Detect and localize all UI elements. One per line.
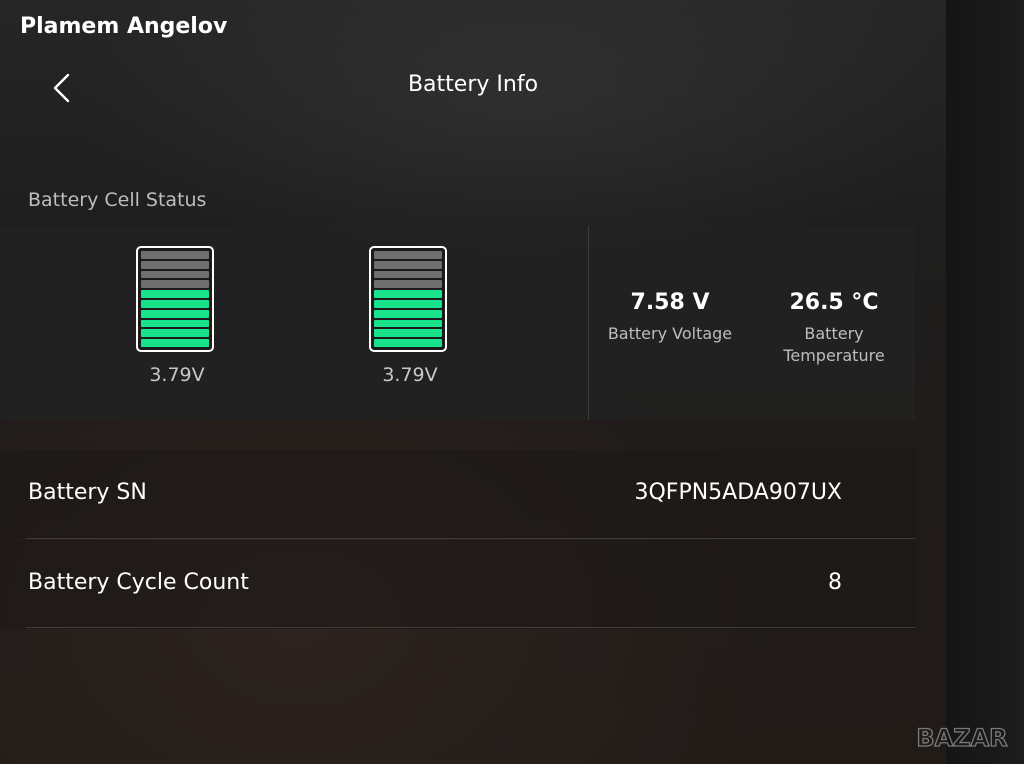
cell-bar-filled xyxy=(374,290,442,298)
cell-status-panel: 3.79V 3.79V xyxy=(0,226,588,420)
cell-bar-filled xyxy=(141,299,209,308)
cell-1-voltage: 3.79V xyxy=(149,364,205,386)
battery-sn-row: Battery SN 3QFPN5ADA907UX xyxy=(0,450,915,539)
battery-info-screen: Plamem Angelov Battery Info Battery Cell… xyxy=(0,0,1024,764)
right-edge-strip xyxy=(946,0,1024,764)
cell-bar-empty xyxy=(141,280,209,289)
temperature-stat: 26.5 °C Battery Temperature xyxy=(759,290,909,367)
cell-bar-filled xyxy=(374,319,442,328)
cell-bar-filled xyxy=(374,299,442,308)
cell-bar-filled xyxy=(141,290,209,298)
battery-sn-label: Battery SN xyxy=(28,480,147,505)
battery-temperature-label-line2: Temperature xyxy=(783,346,885,365)
voltage-stat: 7.58 V Battery Voltage xyxy=(595,290,745,345)
cell-bar-filled xyxy=(374,309,442,318)
cell-bar-empty xyxy=(141,251,209,259)
cell-bar-empty xyxy=(374,280,442,289)
cell-bar-filled xyxy=(141,329,209,338)
battery-cell-2: 3.79V xyxy=(369,246,451,386)
battery-temperature-label: Battery Temperature xyxy=(759,323,909,367)
battery-sn-value: 3QFPN5ADA907UX xyxy=(634,480,842,505)
cell-bar-filled xyxy=(374,339,442,347)
battery-temperature-value: 26.5 °C xyxy=(789,290,879,315)
bazar-watermark-logo: BAZAR xyxy=(916,723,1009,752)
cell-bar-filled xyxy=(141,339,209,347)
cell-status-label: Battery Cell Status xyxy=(28,189,207,211)
battery-cycle-count-row: Battery Cycle Count 8 xyxy=(0,540,915,629)
battery-cycle-count-value: 8 xyxy=(828,570,842,595)
battery-cycle-count-label: Battery Cycle Count xyxy=(28,570,249,595)
watermark-text: BAZAR xyxy=(916,724,1007,752)
cell-bar-empty xyxy=(374,260,442,269)
cell-bar-empty xyxy=(374,251,442,259)
row-divider xyxy=(26,538,915,539)
cell-1-level-icon xyxy=(136,246,214,352)
battery-voltage-label: Battery Voltage xyxy=(607,324,733,343)
cell-bar-filled xyxy=(141,309,209,318)
battery-cell-1: 3.79V xyxy=(136,246,218,386)
user-name: Plamem Angelov xyxy=(20,14,228,39)
cell-bar-empty xyxy=(141,270,209,279)
cell-bar-empty xyxy=(374,270,442,279)
cell-bar-filled xyxy=(374,329,442,338)
cell-2-level-icon xyxy=(369,246,447,352)
cell-2-voltage: 3.79V xyxy=(382,364,438,386)
page-title: Battery Info xyxy=(407,72,539,97)
battery-temperature-label-line1: Battery xyxy=(804,324,864,343)
battery-voltage-value: 7.58 V xyxy=(630,290,710,315)
cell-bar-empty xyxy=(141,260,209,269)
battery-stats-panel: 7.58 V Battery Voltage 26.5 °C Battery T… xyxy=(589,226,915,420)
row-divider xyxy=(26,627,915,628)
cell-bar-filled xyxy=(141,319,209,328)
